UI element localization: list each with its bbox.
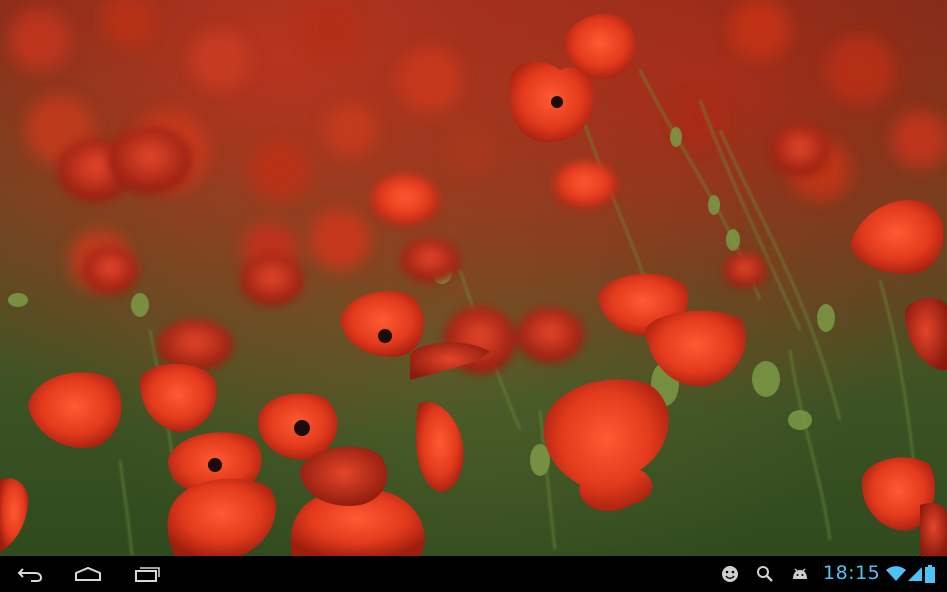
notification-android[interactable]	[790, 564, 810, 584]
status-clock[interactable]: 18:15	[823, 562, 880, 584]
home-icon	[75, 566, 101, 581]
recent-apps-icon	[135, 567, 160, 582]
wifi-status	[885, 564, 907, 584]
home-button[interactable]	[68, 562, 108, 586]
face-icon	[722, 566, 738, 582]
back-button[interactable]	[10, 562, 50, 586]
notification-face[interactable]	[720, 564, 740, 584]
notification-search[interactable]	[755, 564, 775, 584]
signal-icon	[908, 567, 922, 581]
battery-icon	[925, 565, 935, 583]
system-bar: 18:15	[0, 556, 947, 592]
back-icon	[17, 568, 43, 582]
signal-status	[907, 564, 923, 584]
wifi-icon	[886, 566, 906, 581]
tablet-home-screen: 18:15	[0, 0, 947, 592]
wallpaper-image	[0, 0, 947, 556]
android-icon	[793, 568, 807, 579]
search-icon	[757, 566, 773, 582]
poppy-field-art	[0, 0, 947, 556]
recent-apps-button[interactable]	[128, 562, 168, 586]
battery-status	[923, 564, 937, 584]
